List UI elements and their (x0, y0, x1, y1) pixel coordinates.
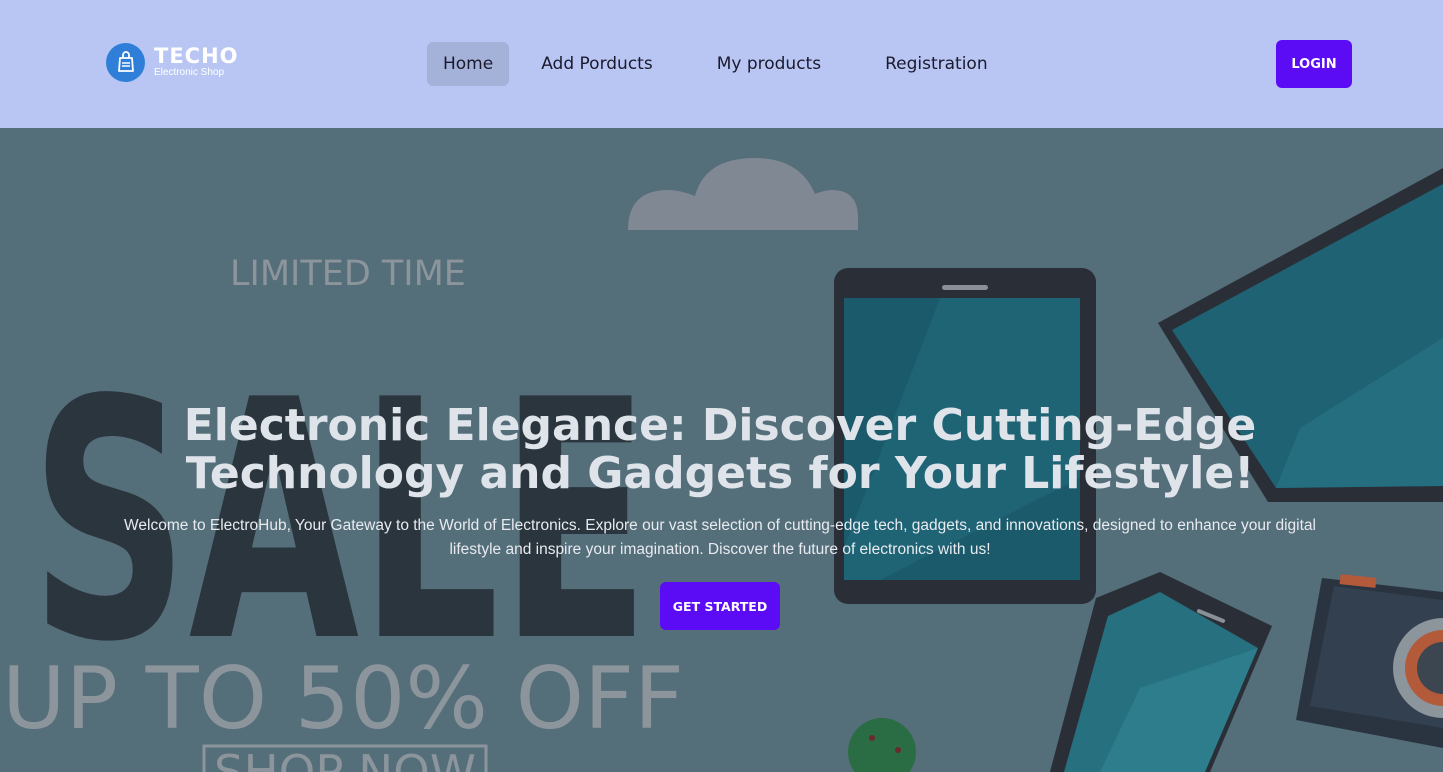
nav-my-products[interactable]: My products (701, 42, 837, 86)
banner-offer: UP TO 50% OFF (2, 649, 684, 749)
nav-home[interactable]: Home (427, 42, 510, 86)
camera-illustration (1296, 574, 1443, 748)
hero-title: Electronic Elegance: Discover Cutting-Ed… (183, 400, 1257, 499)
navbar: TECHO Electronic Shop Home Add Porducts … (0, 0, 1443, 128)
brand-logo[interactable]: TECHO Electronic Shop (106, 42, 239, 82)
cloud-shape (628, 158, 858, 230)
banner-shop-now: SHOP NOW (214, 745, 476, 772)
brand-subtitle: Electronic Shop (154, 67, 225, 78)
plant-illustration (848, 718, 916, 772)
login-button[interactable]: LOGIN (1276, 40, 1352, 88)
shopping-bag-icon (106, 42, 145, 82)
main-nav: Home Add Porducts My products Registrati… (427, 42, 1036, 86)
nav-registration[interactable]: Registration (869, 42, 1004, 86)
banner-limited-time: LIMITED TIME (230, 254, 466, 294)
get-started-button[interactable]: GET STARTED (660, 582, 780, 630)
brand-name: TECHO (154, 44, 239, 68)
hero-section: LIMITED TIME SALE UP TO 50% OFF SHOP NOW (0, 128, 1443, 772)
hero-description: Welcome to ElectroHub, Your Gateway to t… (124, 517, 1316, 558)
nav-add-products[interactable]: Add Porducts (525, 42, 669, 86)
